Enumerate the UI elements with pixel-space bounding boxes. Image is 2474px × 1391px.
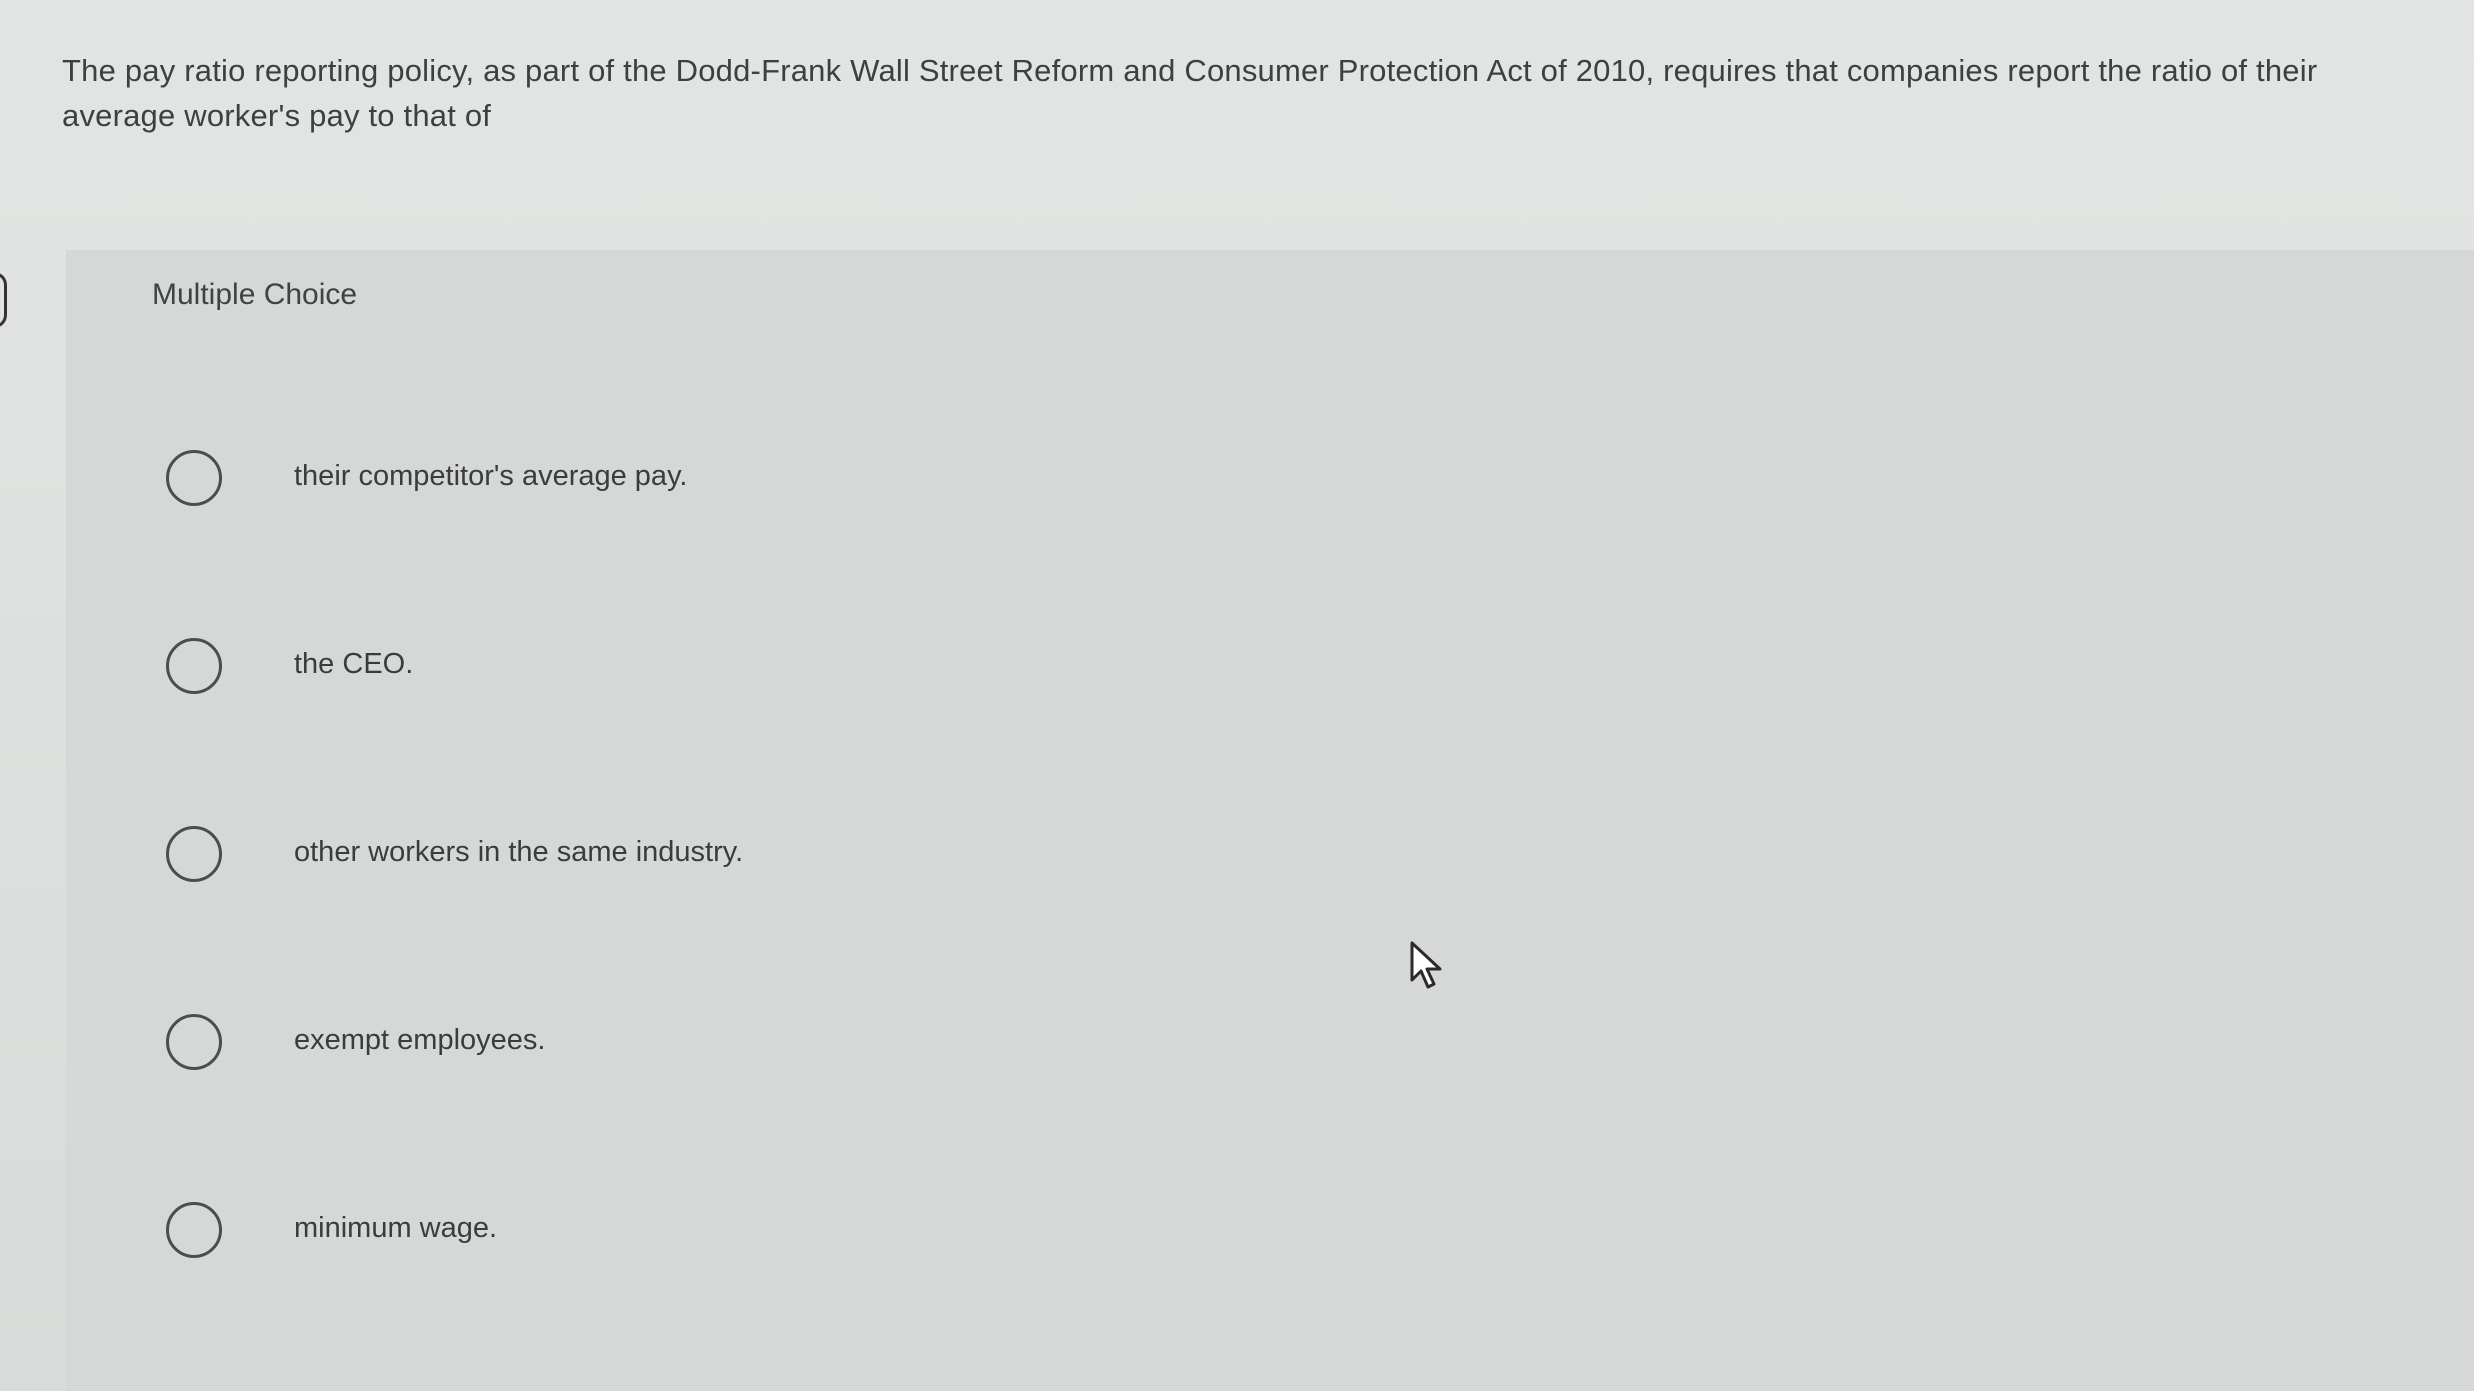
radio-unselected-icon[interactable] [166,450,222,506]
radio-unselected-icon[interactable] [166,1202,222,1258]
radio-unselected-icon[interactable] [166,826,222,882]
option-the-ceo[interactable]: the CEO. [166,628,1566,708]
multiple-choice-panel: Multiple Choice their competitor's avera… [66,250,2474,1391]
question-text: The pay ratio reporting policy, as part … [62,53,2318,133]
mouse-pointer-icon [1410,941,1442,989]
option-label: other workers in the same industry. [294,836,744,868]
option-exempt-employees[interactable]: exempt employees. [166,1004,1566,1084]
option-minimum-wage[interactable]: minimum wage. [166,1192,1566,1272]
edge-bracket-icon [0,272,7,328]
option-label: their competitor's average pay. [294,460,688,492]
radio-unselected-icon[interactable] [166,638,222,694]
multiple-choice-label: Multiple Choice [152,278,358,311]
option-label: the CEO. [294,648,414,680]
radio-unselected-icon[interactable] [166,1014,222,1070]
option-competitors-average-pay[interactable]: their competitor's average pay. [166,440,1566,520]
option-other-workers-same-industry[interactable]: other workers in the same industry. [166,816,1566,896]
option-label: minimum wage. [294,1212,498,1244]
option-label: exempt employees. [294,1024,546,1056]
quiz-page: The pay ratio reporting policy, as part … [0,0,2474,1391]
